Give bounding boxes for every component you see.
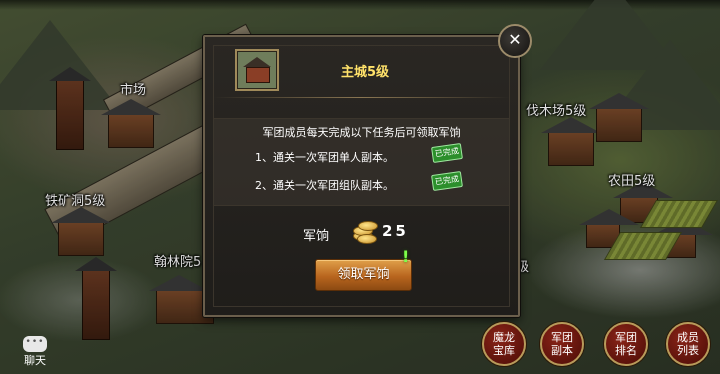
- member-list-button[interactable]: 成员 列表: [666, 322, 710, 366]
- coin-stack-icon: [351, 217, 378, 244]
- chat-button[interactable]: 聊天: [18, 336, 52, 372]
- claim-pay-button[interactable]: 领取军饷: [315, 259, 412, 291]
- task-intro: 军团成员每天完成以下任务后可领取军饷: [262, 126, 461, 139]
- completed-badge: 已完成: [431, 170, 463, 192]
- chat-icon: [23, 336, 47, 352]
- main-city-icon: [235, 49, 279, 91]
- button-label-line2: 宝库: [493, 344, 515, 357]
- button-label-line1: 魔龙: [493, 331, 515, 344]
- reward-amount: 25: [382, 222, 409, 240]
- close-icon[interactable]: ✕: [498, 24, 532, 58]
- button-label-line1: 军团: [551, 331, 573, 344]
- dragon-vault-button[interactable]: 魔龙 宝库: [482, 322, 526, 366]
- button-label-line2: 副本: [551, 344, 573, 357]
- button-label-line1: 军团: [615, 331, 637, 344]
- chat-label: 聊天: [24, 354, 46, 367]
- legion-dungeon-button[interactable]: 军团 副本: [540, 322, 584, 366]
- dialog-title: 主城5级: [340, 65, 390, 80]
- button-label-line2: 列表: [677, 344, 699, 357]
- button-label-line2: 排名: [615, 344, 637, 357]
- legion-ranking-button[interactable]: 军团 排名: [604, 322, 648, 366]
- task-panel: 军团成员每天完成以下任务后可领取军饷 1、通关一次军团单人副本。 已完成 2、通…: [213, 118, 510, 206]
- task-item: 2、通关一次军团组队副本。: [255, 179, 394, 192]
- button-label-line1: 成员: [677, 331, 699, 344]
- reward-label: 军饷: [303, 229, 330, 244]
- completed-badge: 已完成: [431, 142, 463, 164]
- alert-icon: !: [402, 247, 410, 266]
- header-divider: [213, 97, 510, 98]
- task-item: 1、通关一次军团单人副本。: [255, 151, 394, 164]
- legion-pay-dialog: 主城5级 军团成员每天完成以下任务后可领取军饷 1、通关一次军团单人副本。 已完…: [203, 35, 520, 317]
